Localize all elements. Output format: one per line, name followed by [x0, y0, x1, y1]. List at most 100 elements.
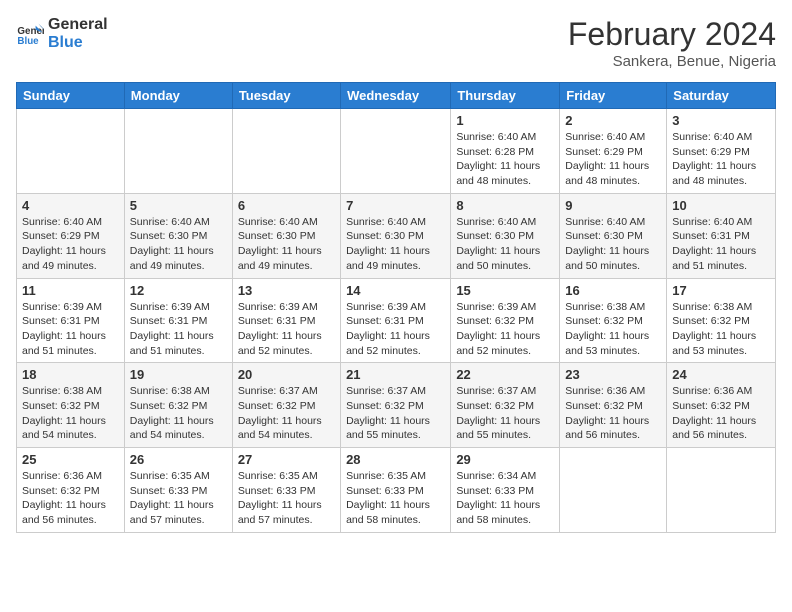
day-number: 18 — [22, 367, 119, 382]
day-cell: 4Sunrise: 6:40 AM Sunset: 6:29 PM Daylig… — [17, 193, 125, 278]
day-cell: 1 Sunrise: 6:40 AM Sunset: 6:28 PM Daylig… — [451, 109, 560, 194]
day-info: Sunrise: 6:40 AM Sunset: 6:29 PM Dayligh… — [672, 130, 770, 189]
day-cell — [341, 109, 451, 194]
day-cell — [124, 109, 232, 194]
day-cell: 5Sunrise: 6:40 AM Sunset: 6:30 PM Daylig… — [124, 193, 232, 278]
day-number: 5 — [130, 198, 227, 213]
day-number: 13 — [238, 283, 335, 298]
day-info: Sunrise: 6:39 AM Sunset: 6:31 PM Dayligh… — [22, 300, 119, 359]
day-cell: 14Sunrise: 6:39 AM Sunset: 6:31 PM Dayli… — [341, 278, 451, 363]
day-info: Sunrise: 6:35 AM Sunset: 6:33 PM Dayligh… — [346, 469, 445, 528]
day-header-friday: Friday — [560, 83, 667, 109]
day-info: Sunrise: 6:37 AM Sunset: 6:32 PM Dayligh… — [238, 384, 335, 443]
day-cell: 25 Sunrise: 6:36 AM Sunset: 6:32 PM Dayli… — [17, 448, 125, 533]
day-number: 3 — [672, 113, 770, 128]
day-cell — [232, 109, 340, 194]
day-cell: 3 Sunrise: 6:40 AM Sunset: 6:29 PM Daylig… — [667, 109, 776, 194]
day-cell: 27Sunrise: 6:35 AM Sunset: 6:33 PM Dayli… — [232, 448, 340, 533]
day-cell: 16 Sunrise: 6:38 AM Sunset: 6:32 PM Dayli… — [560, 278, 667, 363]
week-row-5: 25 Sunrise: 6:36 AM Sunset: 6:32 PM Dayli… — [17, 448, 776, 533]
day-number: 2 — [565, 113, 661, 128]
day-info: Sunrise: 6:35 AM Sunset: 6:33 PM Dayligh… — [130, 469, 227, 528]
day-info: Sunrise: 6:39 AM Sunset: 6:31 PM Dayligh… — [238, 300, 335, 359]
day-number: 28 — [346, 452, 445, 467]
day-info: Sunrise: 6:36 AM Sunset: 6:32 PM Dayligh… — [672, 384, 770, 443]
day-number: 25 — [22, 452, 119, 467]
day-number: 16 — [565, 283, 661, 298]
day-number: 7 — [346, 198, 445, 213]
day-number: 15 — [456, 283, 554, 298]
day-cell: 13 Sunrise: 6:39 AM Sunset: 6:31 PM Dayli… — [232, 278, 340, 363]
day-cell: 9 Sunrise: 6:40 AM Sunset: 6:30 PM Daylig… — [560, 193, 667, 278]
day-cell — [667, 448, 776, 533]
day-number: 9 — [565, 198, 661, 213]
day-number: 23 — [565, 367, 661, 382]
calendar-subtitle: Sankera, Benue, Nigeria — [568, 53, 776, 70]
day-cell: 7 Sunrise: 6:40 AM Sunset: 6:30 PM Daylig… — [341, 193, 451, 278]
day-number: 6 — [238, 198, 335, 213]
week-row-3: 11 Sunrise: 6:39 AM Sunset: 6:31 PM Dayli… — [17, 278, 776, 363]
day-info: Sunrise: 6:40 AM Sunset: 6:30 PM Dayligh… — [565, 215, 661, 274]
day-header-saturday: Saturday — [667, 83, 776, 109]
day-cell: 12Sunrise: 6:39 AM Sunset: 6:31 PM Dayli… — [124, 278, 232, 363]
day-cell: 8Sunrise: 6:40 AM Sunset: 6:30 PM Daylig… — [451, 193, 560, 278]
day-info: Sunrise: 6:36 AM Sunset: 6:32 PM Dayligh… — [565, 384, 661, 443]
day-number: 26 — [130, 452, 227, 467]
day-number: 17 — [672, 283, 770, 298]
day-header-thursday: Thursday — [451, 83, 560, 109]
day-header-tuesday: Tuesday — [232, 83, 340, 109]
day-cell: 17 Sunrise: 6:38 AM Sunset: 6:32 PM Dayli… — [667, 278, 776, 363]
day-info: Sunrise: 6:37 AM Sunset: 6:32 PM Dayligh… — [456, 384, 554, 443]
day-number: 1 — [456, 113, 554, 128]
day-cell: 20 Sunrise: 6:37 AM Sunset: 6:32 PM Dayli… — [232, 363, 340, 448]
day-cell: 21 Sunrise: 6:37 AM Sunset: 6:32 PM Dayli… — [341, 363, 451, 448]
day-cell: 15 Sunrise: 6:39 AM Sunset: 6:32 PM Dayli… — [451, 278, 560, 363]
calendar-table: SundayMondayTuesdayWednesdayThursdayFrid… — [16, 82, 776, 533]
week-row-4: 18 Sunrise: 6:38 AM Sunset: 6:32 PM Dayli… — [17, 363, 776, 448]
day-info: Sunrise: 6:40 AM Sunset: 6:29 PM Dayligh… — [22, 215, 119, 274]
page-header: General Blue General Blue February 2024 … — [16, 16, 776, 70]
day-number: 29 — [456, 452, 554, 467]
day-number: 19 — [130, 367, 227, 382]
svg-text:Blue: Blue — [17, 35, 39, 46]
logo-line2: Blue — [48, 34, 108, 52]
day-cell: 26 Sunrise: 6:35 AM Sunset: 6:33 PM Dayli… — [124, 448, 232, 533]
day-number: 22 — [456, 367, 554, 382]
day-info: Sunrise: 6:38 AM Sunset: 6:32 PM Dayligh… — [672, 300, 770, 359]
day-info: Sunrise: 6:39 AM Sunset: 6:32 PM Dayligh… — [456, 300, 554, 359]
day-cell: 2 Sunrise: 6:40 AM Sunset: 6:29 PM Daylig… — [560, 109, 667, 194]
day-number: 21 — [346, 367, 445, 382]
day-info: Sunrise: 6:37 AM Sunset: 6:32 PM Dayligh… — [346, 384, 445, 443]
day-info: Sunrise: 6:38 AM Sunset: 6:32 PM Dayligh… — [565, 300, 661, 359]
day-header-wednesday: Wednesday — [341, 83, 451, 109]
day-cell: 6Sunrise: 6:40 AM Sunset: 6:30 PM Daylig… — [232, 193, 340, 278]
day-info: Sunrise: 6:34 AM Sunset: 6:33 PM Dayligh… — [456, 469, 554, 528]
day-cell: 18 Sunrise: 6:38 AM Sunset: 6:32 PM Dayli… — [17, 363, 125, 448]
day-info: Sunrise: 6:40 AM Sunset: 6:28 PM Dayligh… — [456, 130, 554, 189]
day-cell: 22 Sunrise: 6:37 AM Sunset: 6:32 PM Dayli… — [451, 363, 560, 448]
title-block: February 2024 Sankera, Benue, Nigeria — [568, 16, 776, 70]
day-info: Sunrise: 6:38 AM Sunset: 6:32 PM Dayligh… — [22, 384, 119, 443]
day-header-sunday: Sunday — [17, 83, 125, 109]
day-cell — [17, 109, 125, 194]
day-info: Sunrise: 6:35 AM Sunset: 6:33 PM Dayligh… — [238, 469, 335, 528]
calendar-title: February 2024 — [568, 16, 776, 53]
day-header-monday: Monday — [124, 83, 232, 109]
week-row-1: 1 Sunrise: 6:40 AM Sunset: 6:28 PM Daylig… — [17, 109, 776, 194]
logo-icon: General Blue — [16, 20, 44, 48]
day-number: 14 — [346, 283, 445, 298]
day-cell: 24Sunrise: 6:36 AM Sunset: 6:32 PM Dayli… — [667, 363, 776, 448]
day-cell: 23 Sunrise: 6:36 AM Sunset: 6:32 PM Dayli… — [560, 363, 667, 448]
day-info: Sunrise: 6:39 AM Sunset: 6:31 PM Dayligh… — [130, 300, 227, 359]
day-info: Sunrise: 6:38 AM Sunset: 6:32 PM Dayligh… — [130, 384, 227, 443]
day-cell: 28 Sunrise: 6:35 AM Sunset: 6:33 PM Dayli… — [341, 448, 451, 533]
day-cell — [560, 448, 667, 533]
day-number: 10 — [672, 198, 770, 213]
day-info: Sunrise: 6:36 AM Sunset: 6:32 PM Dayligh… — [22, 469, 119, 528]
day-number: 20 — [238, 367, 335, 382]
day-number: 8 — [456, 198, 554, 213]
day-info: Sunrise: 6:40 AM Sunset: 6:31 PM Dayligh… — [672, 215, 770, 274]
day-number: 11 — [22, 283, 119, 298]
day-info: Sunrise: 6:40 AM Sunset: 6:29 PM Dayligh… — [565, 130, 661, 189]
day-info: Sunrise: 6:40 AM Sunset: 6:30 PM Dayligh… — [346, 215, 445, 274]
